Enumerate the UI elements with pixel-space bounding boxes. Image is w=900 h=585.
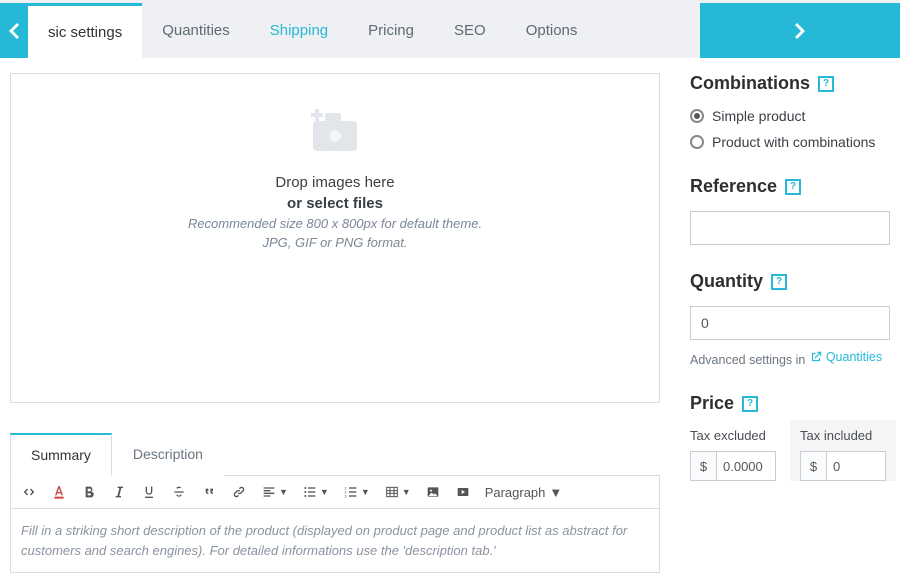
quantity-section: Quantity? Advanced settings in Quantitie… [690, 271, 890, 367]
numbered-list-icon[interactable]: 123▼ [343, 484, 370, 500]
editor-toolbar: ▼ ▼ 123▼ ▼ Paragraph▼ [10, 476, 660, 509]
reference-title: Reference? [690, 176, 890, 197]
media-icon[interactable] [455, 484, 471, 500]
radio-simple-product[interactable]: Simple product [690, 108, 890, 124]
align-icon[interactable]: ▼ [261, 484, 288, 500]
tab-scroll-left[interactable] [0, 3, 28, 58]
tab-label: sic settings [48, 24, 122, 41]
adv-prefix: Advanced settings in [690, 353, 809, 367]
help-icon[interactable]: ? [785, 179, 801, 195]
external-link-icon [809, 350, 823, 364]
tab-basic-settings[interactable]: sic settings [28, 3, 142, 58]
editor-tab-summary[interactable]: Summary [10, 433, 112, 476]
tab-options[interactable]: Options [506, 3, 598, 58]
table-icon[interactable]: ▼ [384, 484, 411, 500]
adv-link-text: Quantities [826, 350, 882, 364]
tab-label: Quantities [162, 22, 230, 39]
section-title-text: Price [690, 393, 734, 414]
section-title-text: Combinations [690, 73, 810, 94]
tab-seo[interactable]: SEO [434, 3, 506, 58]
radio-product-combinations[interactable]: Product with combinations [690, 134, 890, 150]
combinations-title: Combinations? [690, 73, 890, 94]
strikethrough-icon[interactable] [171, 484, 187, 500]
radio-icon [690, 109, 704, 123]
dropzone-line1: Drop images here [275, 174, 394, 191]
price-excluded-input[interactable] [716, 451, 776, 481]
price-section: Price? Tax excluded $ Tax included $ [690, 393, 890, 481]
source-code-icon[interactable] [21, 484, 37, 500]
advanced-settings-hint: Advanced settings in Quantities [690, 350, 890, 367]
blockquote-icon[interactable] [201, 484, 217, 500]
format-label: Paragraph [485, 485, 546, 500]
section-title-text: Reference [690, 176, 777, 197]
combinations-section: Combinations? Simple product Product wit… [690, 73, 890, 150]
tab-quantities[interactable]: Quantities [142, 3, 250, 58]
quantity-title: Quantity? [690, 271, 890, 292]
camera-add-icon [307, 109, 363, 160]
format-select[interactable]: Paragraph▼ [485, 485, 563, 500]
bold-icon[interactable] [81, 484, 97, 500]
image-icon[interactable] [425, 484, 441, 500]
currency-symbol: $ [690, 451, 716, 481]
quantities-link[interactable]: Quantities [809, 350, 882, 364]
radio-label: Product with combinations [712, 134, 875, 150]
editor-placeholder[interactable]: Fill in a striking short description of … [10, 509, 660, 573]
main-tabs: sic settings Quantities Shipping Pricing… [28, 3, 597, 58]
link-icon[interactable] [231, 484, 247, 500]
help-icon[interactable]: ? [771, 274, 787, 290]
etab-label: Description [133, 446, 203, 462]
help-icon[interactable]: ? [818, 76, 834, 92]
price-included-col: Tax included $ [790, 420, 896, 481]
dropzone-line4: JPG, GIF or PNG format. [263, 235, 408, 250]
dropzone-line3: Recommended size 800 x 800px for default… [188, 216, 482, 231]
price-excluded-col: Tax excluded $ [690, 428, 776, 481]
underline-icon[interactable] [141, 484, 157, 500]
tab-label: Shipping [270, 22, 328, 39]
tab-pricing[interactable]: Pricing [348, 3, 434, 58]
radio-icon [690, 135, 704, 149]
price-included-input[interactable] [826, 451, 886, 481]
tab-scroll-right[interactable] [700, 3, 900, 58]
bullet-list-icon[interactable]: ▼ [302, 484, 329, 500]
quantity-input[interactable] [690, 306, 890, 340]
section-title-text: Quantity [690, 271, 763, 292]
italic-icon[interactable] [111, 484, 127, 500]
currency-symbol: $ [800, 451, 826, 481]
etab-label: Summary [31, 447, 91, 463]
tab-label: Pricing [368, 22, 414, 39]
radio-label: Simple product [712, 108, 805, 124]
svg-text:3: 3 [344, 493, 347, 498]
tab-shipping[interactable]: Shipping [250, 3, 348, 58]
text-color-icon[interactable] [51, 484, 67, 500]
image-dropzone[interactable]: Drop images here or select files Recomme… [10, 73, 660, 403]
editor-tab-description[interactable]: Description [112, 433, 224, 476]
price-included-label: Tax included [800, 428, 886, 443]
dropzone-line2: or select files [287, 195, 383, 212]
tab-label: SEO [454, 22, 486, 39]
price-excluded-label: Tax excluded [690, 428, 776, 443]
reference-input[interactable] [690, 211, 890, 245]
reference-section: Reference? [690, 176, 890, 245]
help-icon[interactable]: ? [742, 396, 758, 412]
tab-label: Options [526, 22, 578, 39]
price-title: Price? [690, 393, 890, 414]
editor-tabs: Summary Description [10, 433, 660, 476]
